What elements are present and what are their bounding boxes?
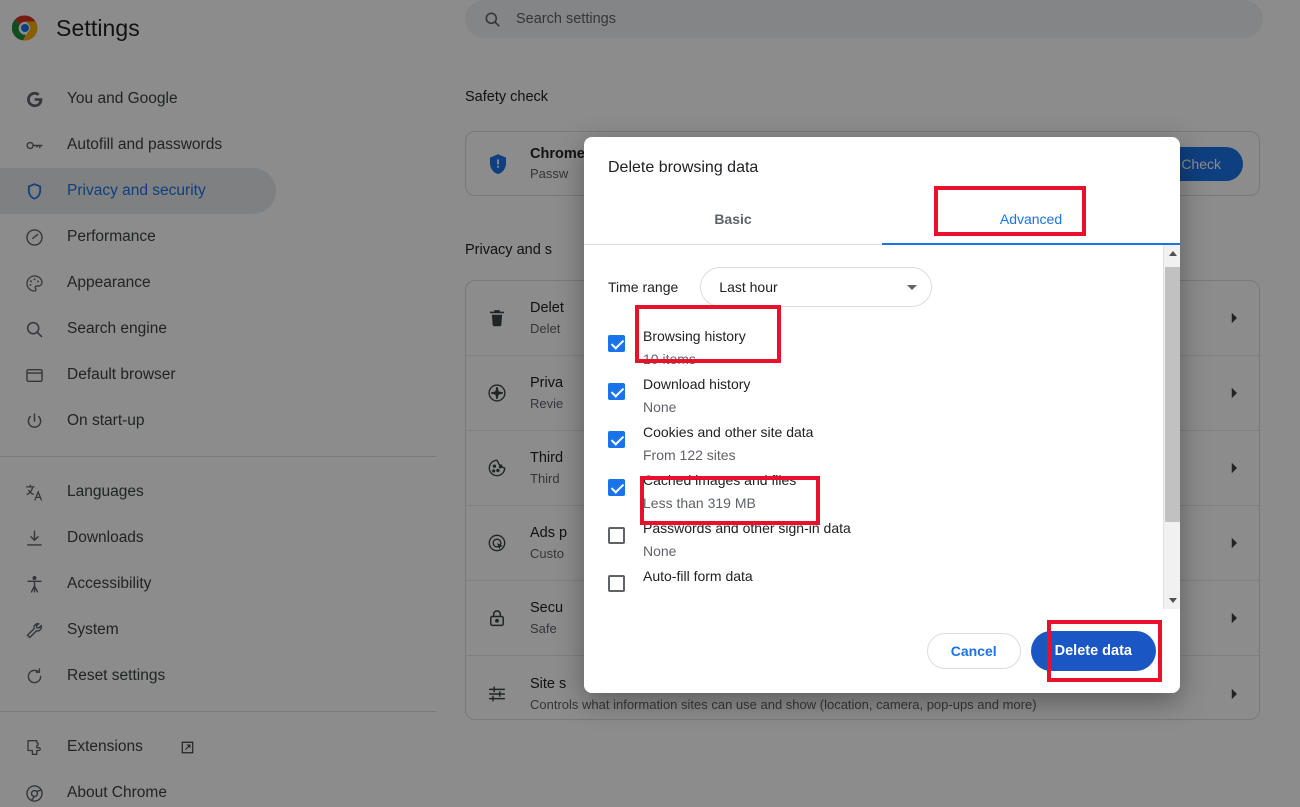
- checkbox-download-history[interactable]: [608, 383, 625, 400]
- checkbox-label: Auto-fill form data: [643, 568, 753, 584]
- checkbox-texts: Cached images and files Less than 319 MB: [643, 467, 796, 515]
- delete-browsing-data-dialog: Delete browsing data Basic Advanced Time…: [584, 137, 1180, 693]
- dialog-footer: Cancel Delete data: [584, 609, 1180, 693]
- scroll-up-arrow-icon[interactable]: [1164, 245, 1180, 262]
- checkbox-row-download-history[interactable]: Download history None: [584, 371, 1163, 419]
- dialog-tabs: Basic Advanced: [584, 193, 1180, 245]
- delete-data-button[interactable]: Delete data: [1030, 631, 1156, 671]
- time-range-label: Time range: [608, 279, 679, 295]
- dialog-body: Time range Last hour Browsing history 10…: [584, 245, 1180, 609]
- dialog-title: Delete browsing data: [608, 159, 759, 176]
- checkbox-row-browsing-history[interactable]: Browsing history 10 items: [584, 323, 1163, 371]
- checkbox-sublabel: From 122 sites: [643, 447, 736, 463]
- scrollbar-thumb[interactable]: [1165, 267, 1180, 522]
- checkbox-passwords-and-other-sign-in-data[interactable]: [608, 527, 625, 544]
- checkbox-texts: Download history None: [643, 371, 750, 419]
- time-range-select[interactable]: Last hour: [700, 267, 933, 307]
- screen-root: Settings You and Google Autofill and pas…: [0, 0, 1300, 807]
- time-range-value: Last hour: [719, 279, 778, 295]
- cancel-button[interactable]: Cancel: [926, 633, 1021, 669]
- checkbox-texts: Auto-fill form data: [643, 563, 753, 588]
- checkbox-sublabel: None: [643, 543, 677, 559]
- checkbox-sublabel: Less than 319 MB: [643, 495, 756, 511]
- checkbox-texts: Cookies and other site data From 122 sit…: [643, 419, 813, 467]
- scroll-down-arrow-icon[interactable]: [1164, 592, 1180, 609]
- time-range-row: Time range Last hour: [584, 263, 1163, 311]
- checkbox-row-auto-fill-form-data[interactable]: Auto-fill form data: [584, 563, 1163, 609]
- checkbox-label: Cached images and files: [643, 472, 797, 488]
- checkbox-sublabel: 10 items: [643, 351, 696, 367]
- dialog-scroll-area: Time range Last hour Browsing history 10…: [584, 245, 1163, 609]
- checkbox-row-passwords-and-other-sign-in-data[interactable]: Passwords and other sign-in data None: [584, 515, 1163, 563]
- checkbox-auto-fill-form-data[interactable]: [608, 575, 625, 592]
- checkbox-label: Browsing history: [643, 328, 746, 344]
- checkbox-row-cached-images-and-files[interactable]: Cached images and files Less than 319 MB: [584, 467, 1163, 515]
- dialog-scrollbar[interactable]: [1163, 245, 1180, 609]
- checkbox-browsing-history[interactable]: [608, 335, 625, 352]
- checkbox-row-cookies-and-other-site-data[interactable]: Cookies and other site data From 122 sit…: [584, 419, 1163, 467]
- checkbox-cached-images-and-files[interactable]: [608, 479, 625, 496]
- checkbox-cookies-and-other-site-data[interactable]: [608, 431, 625, 448]
- checkbox-texts: Browsing history 10 items: [643, 323, 746, 371]
- checkbox-texts: Passwords and other sign-in data None: [643, 515, 851, 563]
- chevron-down-icon: [907, 284, 918, 290]
- checkbox-sublabel: None: [643, 399, 677, 415]
- tab-advanced[interactable]: Advanced: [882, 193, 1180, 245]
- checkbox-label: Download history: [643, 376, 751, 392]
- checkbox-label: Passwords and other sign-in data: [643, 520, 851, 536]
- checkbox-label: Cookies and other site data: [643, 424, 814, 440]
- data-type-list: Browsing history 10 items Download histo…: [584, 311, 1163, 609]
- tab-basic[interactable]: Basic: [584, 193, 882, 244]
